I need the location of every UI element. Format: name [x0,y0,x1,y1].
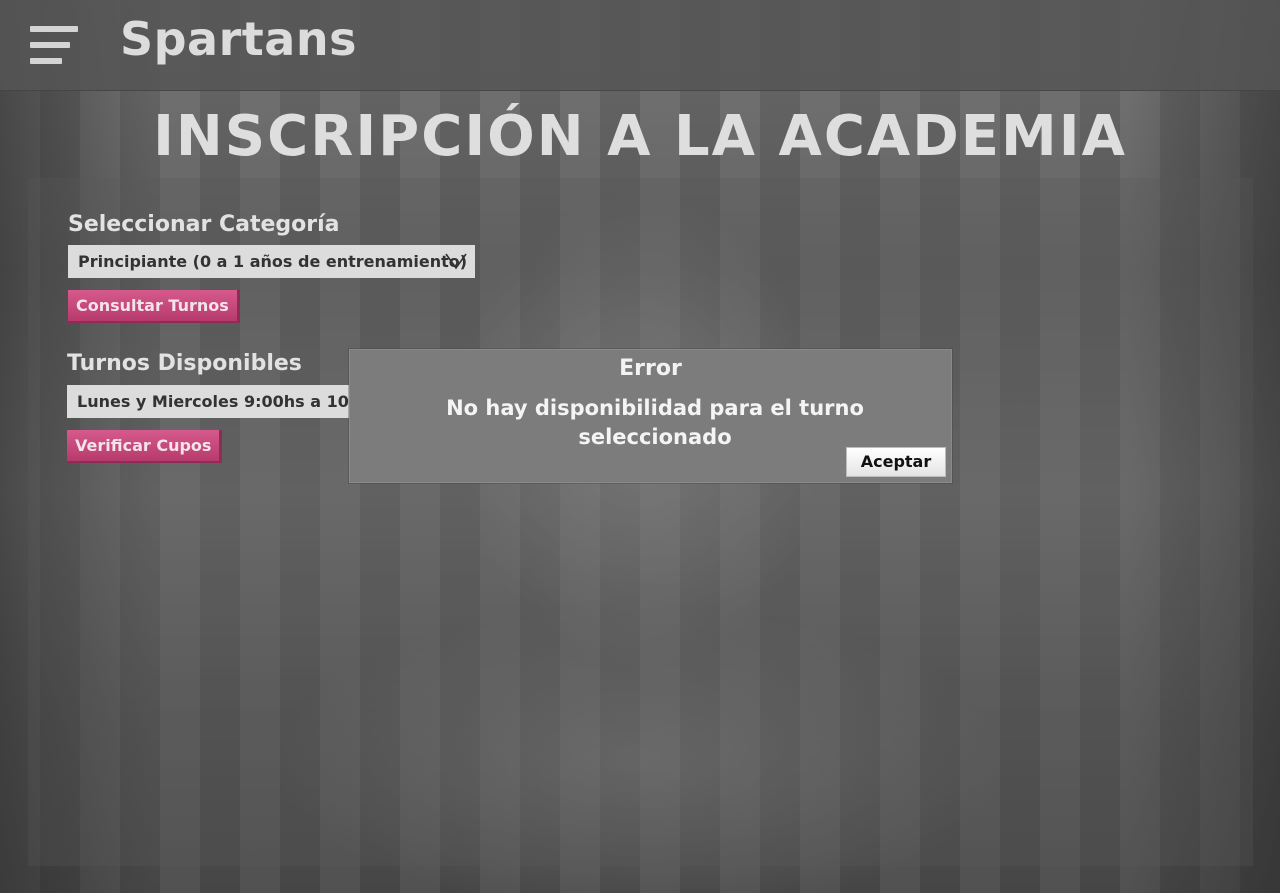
aceptar-button[interactable]: Aceptar [846,447,946,477]
hamburger-menu-icon[interactable] [30,26,80,66]
turnos-select[interactable]: Lunes y Miercoles 9:00hs a 10:00 [67,385,351,418]
dialog-message: No hay disponibilidad para el turno sele… [446,396,864,449]
brand-title: Spartans [120,12,357,66]
chevron-down-icon [445,253,467,270]
categoria-label: Seleccionar Categoría [68,212,340,237]
turnos-select-value: Lunes y Miercoles 9:00hs a 10:00 [77,392,351,411]
error-dialog: Error No hay disponibilidad para el turn… [349,349,952,483]
categoria-select[interactable]: Principiante (0 a 1 años de entrenamient… [68,245,475,278]
top-header: Spartans [0,0,1280,91]
categoria-select-value: Principiante (0 a 1 años de entrenamient… [78,252,468,271]
content-panel [28,178,1253,866]
turnos-label: Turnos Disponibles [67,351,302,376]
verificar-cupos-button[interactable]: Verificar Cupos [67,430,223,463]
dialog-title: Error [619,356,682,381]
page-title: INSCRIPCIÓN A LA ACADEMIA [153,104,1127,169]
consultar-turnos-button[interactable]: Consultar Turnos [68,290,240,323]
